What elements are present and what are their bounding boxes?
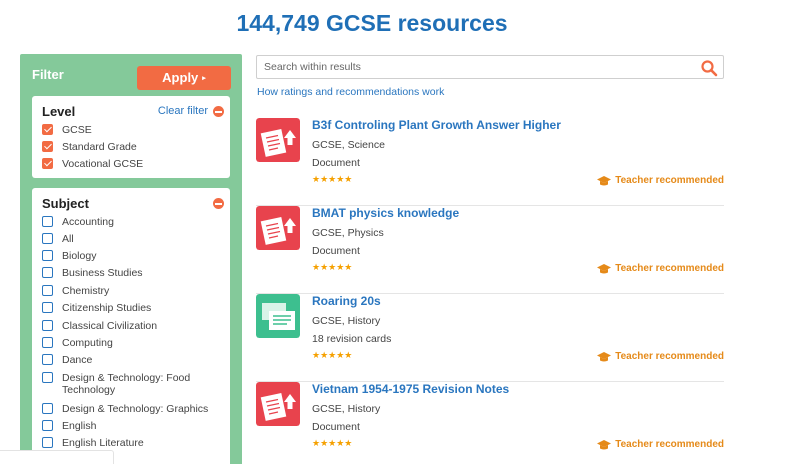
checkbox[interactable]: [42, 267, 53, 278]
checkbox[interactable]: [42, 437, 53, 448]
collapse-subject-icon[interactable]: [213, 198, 224, 209]
result-item: BMAT physics knowledge GCSE, Physics Doc…: [256, 206, 724, 294]
checkbox[interactable]: [42, 250, 53, 261]
graduation-cap-icon: [597, 263, 612, 273]
result-type: 18 revision cards: [312, 333, 392, 345]
star-rating: ★★★★★: [312, 174, 353, 184]
result-title[interactable]: BMAT physics knowledge: [312, 206, 459, 220]
subject-option-design-food[interactable]: Design & Technology: Food Technology: [42, 372, 222, 396]
checkbox[interactable]: [42, 285, 53, 296]
subject-option-computing[interactable]: Computing: [42, 337, 113, 349]
result-meta: GCSE, Physics: [312, 227, 384, 239]
level-option-vocational-gcse[interactable]: Vocational GCSE: [42, 158, 143, 170]
apply-button-label: Apply: [162, 70, 199, 85]
caret-right-icon: ▸: [202, 74, 206, 82]
badge-label: Teacher recommended: [615, 263, 724, 274]
subject-option-chemistry[interactable]: Chemistry: [42, 285, 109, 297]
search-icon[interactable]: [700, 59, 718, 77]
subject-option-classical-civilization[interactable]: Classical Civilization: [42, 320, 157, 332]
teacher-recommended-badge: Teacher recommended: [597, 351, 724, 362]
level-option-gcse[interactable]: GCSE: [42, 124, 92, 136]
result-title[interactable]: Roaring 20s: [312, 294, 381, 308]
result-meta: GCSE, Science: [312, 139, 385, 151]
star-rating: ★★★★★: [312, 262, 353, 272]
level-filter: Level Clear filter GCSE Standard Grade V…: [32, 96, 230, 178]
teacher-recommended-badge: Teacher recommended: [597, 439, 724, 450]
teacher-recommended-badge: Teacher recommended: [597, 263, 724, 274]
subject-option-english[interactable]: English: [42, 420, 96, 432]
teacher-recommended-badge: Teacher recommended: [597, 175, 724, 186]
filter-title: Filter: [32, 67, 64, 82]
subject-option-accounting[interactable]: Accounting: [42, 216, 114, 228]
checkbox[interactable]: [42, 216, 53, 227]
page: 144,749 GCSE resources Filter Apply ▸ Lev…: [0, 0, 800, 464]
search-box: [256, 55, 724, 79]
badge-label: Teacher recommended: [615, 175, 724, 186]
result-title[interactable]: Vietnam 1954-1975 Revision Notes: [312, 382, 509, 396]
subject-option-design-graphics[interactable]: Design & Technology: Graphics: [42, 403, 208, 415]
graduation-cap-icon: [597, 439, 612, 449]
document-icon[interactable]: [256, 382, 300, 426]
subject-option-dance[interactable]: Dance: [42, 354, 92, 366]
star-rating: ★★★★★: [312, 438, 353, 448]
document-icon[interactable]: [256, 118, 300, 162]
badge-label: Teacher recommended: [615, 439, 724, 450]
level-option-standard-grade[interactable]: Standard Grade: [42, 141, 137, 153]
bottom-panel-edge: [0, 450, 114, 464]
checkbox[interactable]: [42, 141, 53, 152]
graduation-cap-icon: [597, 175, 612, 185]
revision-cards-icon[interactable]: [256, 294, 300, 338]
subject-option-all[interactable]: All: [42, 233, 74, 245]
search-input[interactable]: [264, 61, 684, 73]
checkbox[interactable]: [42, 354, 53, 365]
level-title: Level: [42, 104, 76, 119]
document-icon[interactable]: [256, 206, 300, 250]
page-title: 144,749 GCSE resources: [236, 10, 508, 36]
subject-filter: Subject Accounting All Biology Business …: [32, 188, 230, 464]
checkbox[interactable]: [42, 372, 53, 383]
graduation-cap-icon: [597, 351, 612, 361]
apply-button[interactable]: Apply ▸: [137, 66, 231, 90]
result-item: B3f Controling Plant Growth Answer Highe…: [256, 118, 724, 206]
checkbox[interactable]: [42, 420, 53, 431]
checkbox[interactable]: [42, 320, 53, 331]
collapse-level-icon[interactable]: [213, 106, 224, 117]
badge-label: Teacher recommended: [615, 351, 724, 362]
subject-option-biology[interactable]: Biology: [42, 250, 96, 262]
subject-option-english-literature[interactable]: English Literature: [42, 437, 144, 449]
result-item: Vietnam 1954-1975 Revision Notes GCSE, H…: [256, 382, 724, 464]
ratings-info-link[interactable]: How ratings and recommendations work: [257, 86, 444, 98]
checkbox[interactable]: [42, 302, 53, 313]
checkbox[interactable]: [42, 403, 53, 414]
subject-option-business-studies[interactable]: Business Studies: [42, 267, 143, 279]
checkbox[interactable]: [42, 124, 53, 135]
result-type: Document: [312, 245, 360, 257]
result-type: Document: [312, 421, 360, 433]
filter-panel: Filter Apply ▸ Level Clear filter GCSE St…: [20, 54, 242, 464]
result-type: Document: [312, 157, 360, 169]
subject-option-citizenship-studies[interactable]: Citizenship Studies: [42, 302, 151, 314]
result-item: Roaring 20s GCSE, History 18 revision ca…: [256, 294, 724, 382]
checkbox[interactable]: [42, 158, 53, 169]
checkbox[interactable]: [42, 337, 53, 348]
checkbox[interactable]: [42, 233, 53, 244]
subject-title: Subject: [42, 196, 89, 211]
star-rating: ★★★★★: [312, 350, 353, 360]
result-meta: GCSE, History: [312, 315, 381, 327]
clear-filter-link[interactable]: Clear filter: [158, 105, 208, 117]
result-title[interactable]: B3f Controling Plant Growth Answer Highe…: [312, 118, 561, 132]
result-meta: GCSE, History: [312, 403, 381, 415]
